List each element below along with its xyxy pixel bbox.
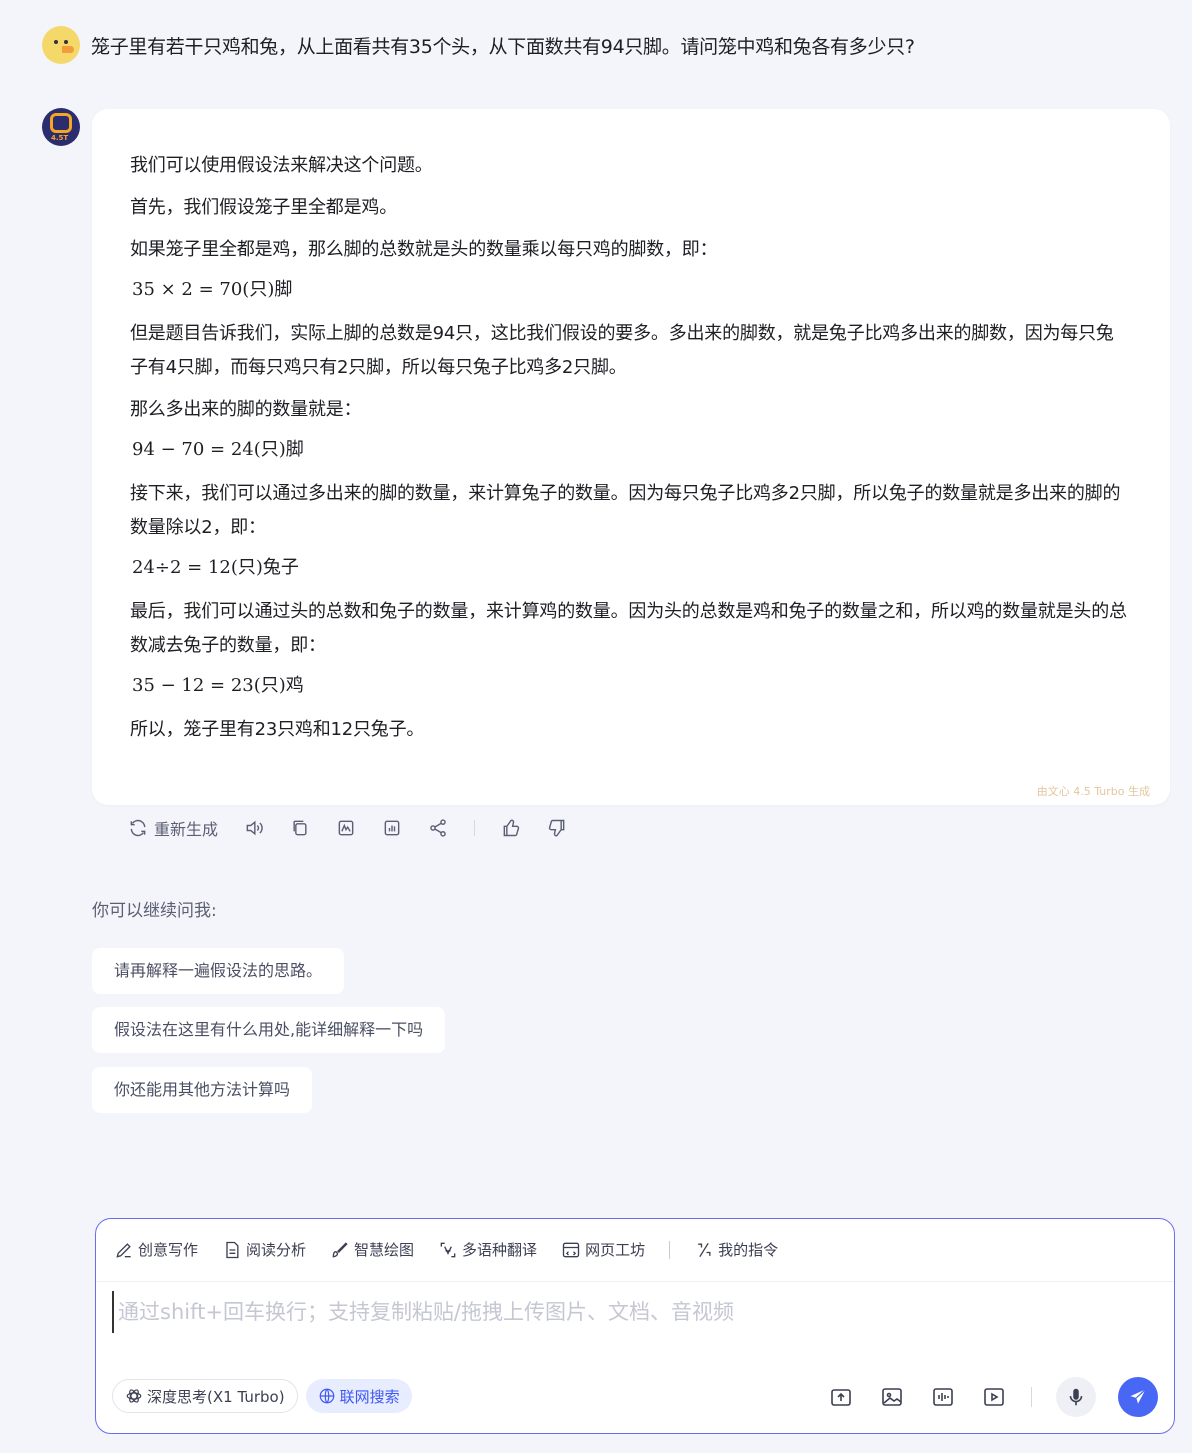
- share-button[interactable]: [428, 818, 448, 838]
- deep-think-toggle[interactable]: 深度思考(X1 Turbo): [112, 1379, 298, 1413]
- image-icon: [882, 1388, 902, 1406]
- answer-formula: 94 − 70 = 24(只)脚: [132, 439, 304, 460]
- tool-label: 网页工坊: [585, 1241, 646, 1259]
- answer-paragraph: 所以，笼子里有23只鸡和12只兔子。: [130, 719, 425, 740]
- action-separator: [474, 820, 476, 836]
- brush-icon: [332, 1241, 348, 1257]
- chart-icon: [384, 820, 400, 836]
- pen-icon: [116, 1242, 131, 1258]
- web-search-toggle[interactable]: 联网搜索: [305, 1379, 412, 1413]
- translate-icon: [440, 1242, 456, 1257]
- read-aloud-button[interactable]: [244, 818, 264, 838]
- upload-file-button[interactable]: [828, 1384, 854, 1410]
- web-search-label: 联网搜索: [339, 1387, 400, 1406]
- deep-think-label: 深度思考(X1 Turbo): [147, 1387, 285, 1406]
- tool-smart-drawing[interactable]: 智慧绘图: [330, 1239, 414, 1260]
- answer-formula: 35 × 2 = 70(只)脚: [132, 279, 293, 300]
- slash-command-icon: [698, 1242, 711, 1257]
- input-actions: [803, 1377, 1158, 1417]
- voice-input-button[interactable]: [1056, 1377, 1096, 1417]
- tool-label: 阅读分析: [246, 1241, 307, 1259]
- regenerate-button[interactable]: 重新生成: [128, 816, 218, 840]
- picture-icon: [338, 820, 354, 836]
- regenerate-label: 重新生成: [154, 820, 219, 839]
- document-icon: [226, 1241, 239, 1258]
- answer-card: 我们可以使用假设法来解决这个问题。 首先，我们假设笼子里全都是鸡。 如果笼子里全…: [92, 109, 1170, 805]
- model-watermark: 由文心 4.5 Turbo 生成: [1036, 785, 1150, 798]
- audio-icon: [933, 1388, 953, 1406]
- microphone-icon: [1069, 1388, 1083, 1406]
- answer-formula: 35 − 12 = 23(只)鸡: [132, 675, 304, 696]
- tool-label: 多语种翻译: [462, 1241, 538, 1259]
- like-button[interactable]: [501, 818, 521, 838]
- suggestion-chip[interactable]: 假设法在这里有什么用处,能详细解释一下吗: [92, 1007, 446, 1053]
- answer-paragraph: 那么多出来的脚的数量就是：: [130, 399, 362, 420]
- input-divider: [96, 1281, 1174, 1282]
- globe-icon: [319, 1388, 334, 1404]
- answer-paragraph: 接下来，我们可以通过多出来的脚的数量，来计算兔子的数量。因为每只兔子比鸡多2只脚…: [130, 483, 1121, 538]
- thumbs-up-icon: [503, 819, 520, 837]
- tool-label: 我的指令: [718, 1241, 779, 1259]
- suggestions-title: 你可以继续问我:: [92, 901, 217, 921]
- upload-image-button[interactable]: [879, 1384, 905, 1410]
- share-icon: [430, 819, 446, 837]
- send-icon: [1130, 1389, 1146, 1404]
- atom-icon: [126, 1389, 142, 1403]
- upload-video-button[interactable]: [981, 1384, 1007, 1410]
- tool-separator: [669, 1240, 671, 1259]
- send-button[interactable]: [1118, 1377, 1158, 1417]
- refresh-icon: [130, 819, 146, 837]
- upload-icon: [831, 1389, 851, 1406]
- input-action-separator: [1031, 1387, 1032, 1407]
- answer-action-bar: 重新生成: [128, 814, 593, 842]
- suggestion-chip[interactable]: 请再解释一遍假设法的思路。: [92, 948, 345, 994]
- answer-paragraph: 首先，我们假设笼子里全都是鸡。: [130, 197, 397, 218]
- user-avatar: [42, 26, 80, 64]
- dislike-button[interactable]: [547, 818, 567, 838]
- answer-body: 我们可以使用假设法来解决这个问题。 首先，我们假设笼子里全都是鸡。 如果笼子里全…: [130, 149, 1130, 755]
- answer-paragraph: 但是题目告诉我们，实际上脚的总数是94只，这比我们假设的要多。多出来的脚数，就是…: [130, 323, 1114, 378]
- tool-bar: 创意写作 阅读分析 智慧绘图 多语种翻译 网页工坊 我的指令: [114, 1239, 802, 1260]
- tool-reading-analysis[interactable]: 阅读分析: [222, 1239, 306, 1260]
- webpage-icon: [562, 1242, 580, 1257]
- image-export-button[interactable]: [336, 818, 356, 838]
- chat-input[interactable]: [112, 1291, 1160, 1333]
- upload-audio-button[interactable]: [930, 1384, 956, 1410]
- video-icon: [984, 1388, 1004, 1406]
- answer-paragraph: 最后，我们可以通过头的总数和兔子的数量，来计算鸡的数量。因为头的总数是鸡和兔子的…: [130, 601, 1127, 656]
- answer-paragraph: 我们可以使用假设法来解决这个问题。: [130, 155, 433, 176]
- thumbs-down-icon: [548, 819, 565, 837]
- bot-version-badge: 4.5T: [51, 134, 69, 142]
- copy-button[interactable]: [290, 818, 310, 838]
- suggestion-chip[interactable]: 你还能用其他方法计算吗: [92, 1067, 313, 1113]
- chat-input-box: 创意写作 阅读分析 智慧绘图 多语种翻译 网页工坊 我的指令 深度思考(X1 T…: [95, 1218, 1175, 1434]
- tool-creative-writing[interactable]: 创意写作: [114, 1239, 198, 1260]
- copy-icon: [293, 820, 307, 836]
- tool-label: 智慧绘图: [354, 1241, 415, 1259]
- speaker-icon: [246, 820, 263, 836]
- mode-toggles: 深度思考(X1 Turbo) 联网搜索: [112, 1379, 420, 1413]
- user-message-row: 笼子里有若干只鸡和兔，从上面看共有35个头，从下面数共有94只脚。请问笼中鸡和兔…: [42, 26, 915, 64]
- bot-avatar: 4.5T: [42, 108, 80, 146]
- user-message-text: 笼子里有若干只鸡和兔，从上面看共有35个头，从下面数共有94只脚。请问笼中鸡和兔…: [91, 35, 915, 58]
- answer-formula: 24÷2 = 12(只)兔子: [132, 557, 299, 578]
- tool-my-commands[interactable]: 我的指令: [694, 1239, 778, 1260]
- tool-web-workshop[interactable]: 网页工坊: [561, 1239, 645, 1260]
- tool-translation[interactable]: 多语种翻译: [438, 1239, 537, 1260]
- tool-label: 创意写作: [138, 1241, 199, 1259]
- chart-button[interactable]: [382, 818, 402, 838]
- answer-paragraph: 如果笼子里全都是鸡，那么脚的总数就是头的数量乘以每只鸡的脚数，即：: [130, 239, 718, 260]
